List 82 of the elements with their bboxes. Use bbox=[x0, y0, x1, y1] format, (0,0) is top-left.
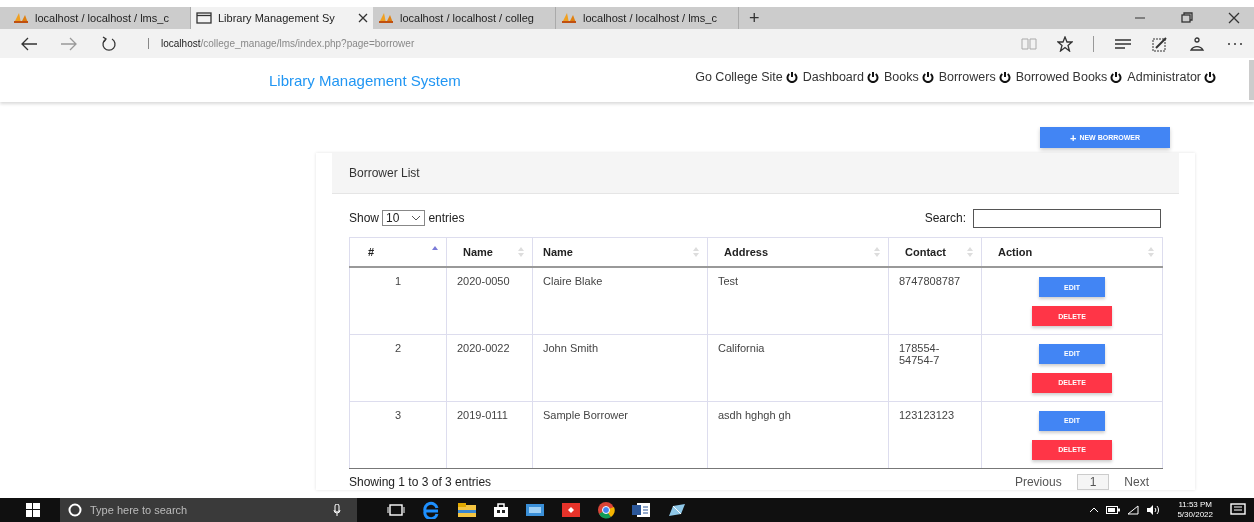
power-icon bbox=[785, 71, 798, 83]
table-cell: 123123123 bbox=[888, 401, 982, 468]
window-icon bbox=[196, 12, 212, 24]
page-button[interactable]: Next bbox=[1111, 473, 1162, 490]
address-field[interactable]: localhost/college_manage/lms/index.php?page=borrower bbox=[148, 38, 415, 49]
monitor-app-icon[interactable] bbox=[525, 503, 545, 517]
nav-link[interactable]: Dashboard bbox=[802, 70, 864, 84]
pencil-app-icon[interactable] bbox=[667, 502, 687, 518]
table-cell: 178554-54754-7 bbox=[888, 334, 982, 401]
nav-link[interactable]: Borrowed Books bbox=[1015, 70, 1108, 84]
table-cell: Claire Blake bbox=[532, 267, 708, 334]
column-header[interactable]: Name bbox=[446, 237, 533, 267]
sail-logo-icon bbox=[561, 12, 577, 24]
new-tab-button[interactable]: + bbox=[739, 7, 770, 29]
word-icon[interactable] bbox=[631, 502, 651, 518]
table-cell: asdh hghgh gh bbox=[707, 401, 889, 468]
nav-link[interactable]: Borrowers bbox=[938, 70, 996, 84]
more-icon[interactable] bbox=[1226, 40, 1244, 47]
wifi-icon[interactable] bbox=[1127, 505, 1140, 515]
clock-date[interactable]: 5/30/2022 bbox=[1177, 510, 1213, 520]
card-title: Borrower List bbox=[349, 166, 420, 180]
sail-logo-icon bbox=[13, 12, 29, 24]
power-icon bbox=[998, 71, 1011, 83]
shopping-bag-icon[interactable] bbox=[493, 502, 509, 518]
back-arrow-icon[interactable] bbox=[20, 36, 38, 51]
speaker-icon[interactable] bbox=[1146, 505, 1161, 515]
pen-icon[interactable] bbox=[1152, 35, 1168, 52]
close-icon[interactable] bbox=[1228, 12, 1240, 24]
browser-e-icon[interactable] bbox=[421, 501, 441, 519]
entries-select[interactable]: 10 bbox=[382, 210, 426, 226]
table-cell: 2020-0022 bbox=[446, 334, 533, 401]
nav-link[interactable]: Go College Site bbox=[695, 70, 783, 84]
sail-logo-icon bbox=[378, 12, 394, 24]
star-icon[interactable] bbox=[1057, 35, 1073, 52]
chevron-down-icon bbox=[411, 215, 422, 221]
page-button[interactable]: Previous bbox=[1001, 473, 1075, 490]
diamond-app-icon[interactable] bbox=[561, 502, 581, 518]
table-cell: John Smith bbox=[532, 334, 708, 401]
task-view-icon[interactable] bbox=[387, 503, 405, 517]
table-cell: 1 bbox=[349, 267, 447, 334]
circle-icon bbox=[68, 503, 82, 517]
nav-link[interactable]: Administrator bbox=[1127, 70, 1201, 84]
table-cell: 2 bbox=[349, 334, 447, 401]
column-header[interactable]: # bbox=[349, 237, 447, 267]
refresh-icon[interactable] bbox=[100, 35, 118, 52]
windows-logo-icon[interactable] bbox=[26, 503, 40, 517]
entries-label: entries bbox=[428, 211, 465, 225]
column-header[interactable]: Contact bbox=[888, 237, 982, 267]
close-icon[interactable] bbox=[358, 13, 368, 23]
power-icon bbox=[866, 71, 879, 83]
table-cell: California bbox=[707, 334, 889, 401]
table-cell: 2019-0111 bbox=[446, 401, 533, 468]
power-icon bbox=[921, 71, 934, 83]
taskbar-search-field[interactable]: Type here to search bbox=[60, 498, 357, 522]
column-header[interactable]: Name bbox=[532, 237, 708, 267]
power-icon bbox=[1110, 71, 1123, 83]
battery-icon[interactable] bbox=[1106, 506, 1121, 514]
notification-icon[interactable] bbox=[1230, 503, 1246, 517]
table-cell: Test bbox=[707, 267, 889, 334]
page-button[interactable]: 1 bbox=[1076, 473, 1110, 490]
search-label: Search: bbox=[924, 211, 966, 225]
table-cell: Sample Borrower bbox=[532, 401, 708, 468]
table-info: Showing 1 to 3 of 3 entries bbox=[349, 474, 492, 489]
nav-link[interactable]: Books bbox=[883, 70, 919, 84]
restore-icon[interactable] bbox=[1181, 12, 1193, 24]
chrome-icon[interactable] bbox=[597, 501, 615, 519]
table-cell: 3 bbox=[349, 401, 447, 468]
table-cell: 2020-0050 bbox=[446, 267, 533, 334]
show-label: Show bbox=[349, 211, 380, 225]
power-icon bbox=[1204, 71, 1216, 83]
browser-tab[interactable]: Library Management Sy bbox=[191, 7, 373, 29]
column-header[interactable]: Address bbox=[707, 237, 889, 267]
microphone-icon bbox=[333, 504, 341, 516]
column-header[interactable]: Action bbox=[981, 237, 1163, 267]
search-field[interactable] bbox=[973, 208, 1161, 228]
lines-icon[interactable] bbox=[1114, 37, 1132, 50]
scrollbar[interactable] bbox=[1249, 60, 1254, 100]
forward-arrow-icon[interactable] bbox=[60, 36, 78, 51]
folder-icon[interactable] bbox=[457, 502, 477, 518]
caret-up-icon[interactable] bbox=[1089, 507, 1100, 513]
table-cell: 8747808787 bbox=[888, 267, 982, 334]
clock-time[interactable]: 11:53 PM bbox=[1178, 500, 1213, 510]
